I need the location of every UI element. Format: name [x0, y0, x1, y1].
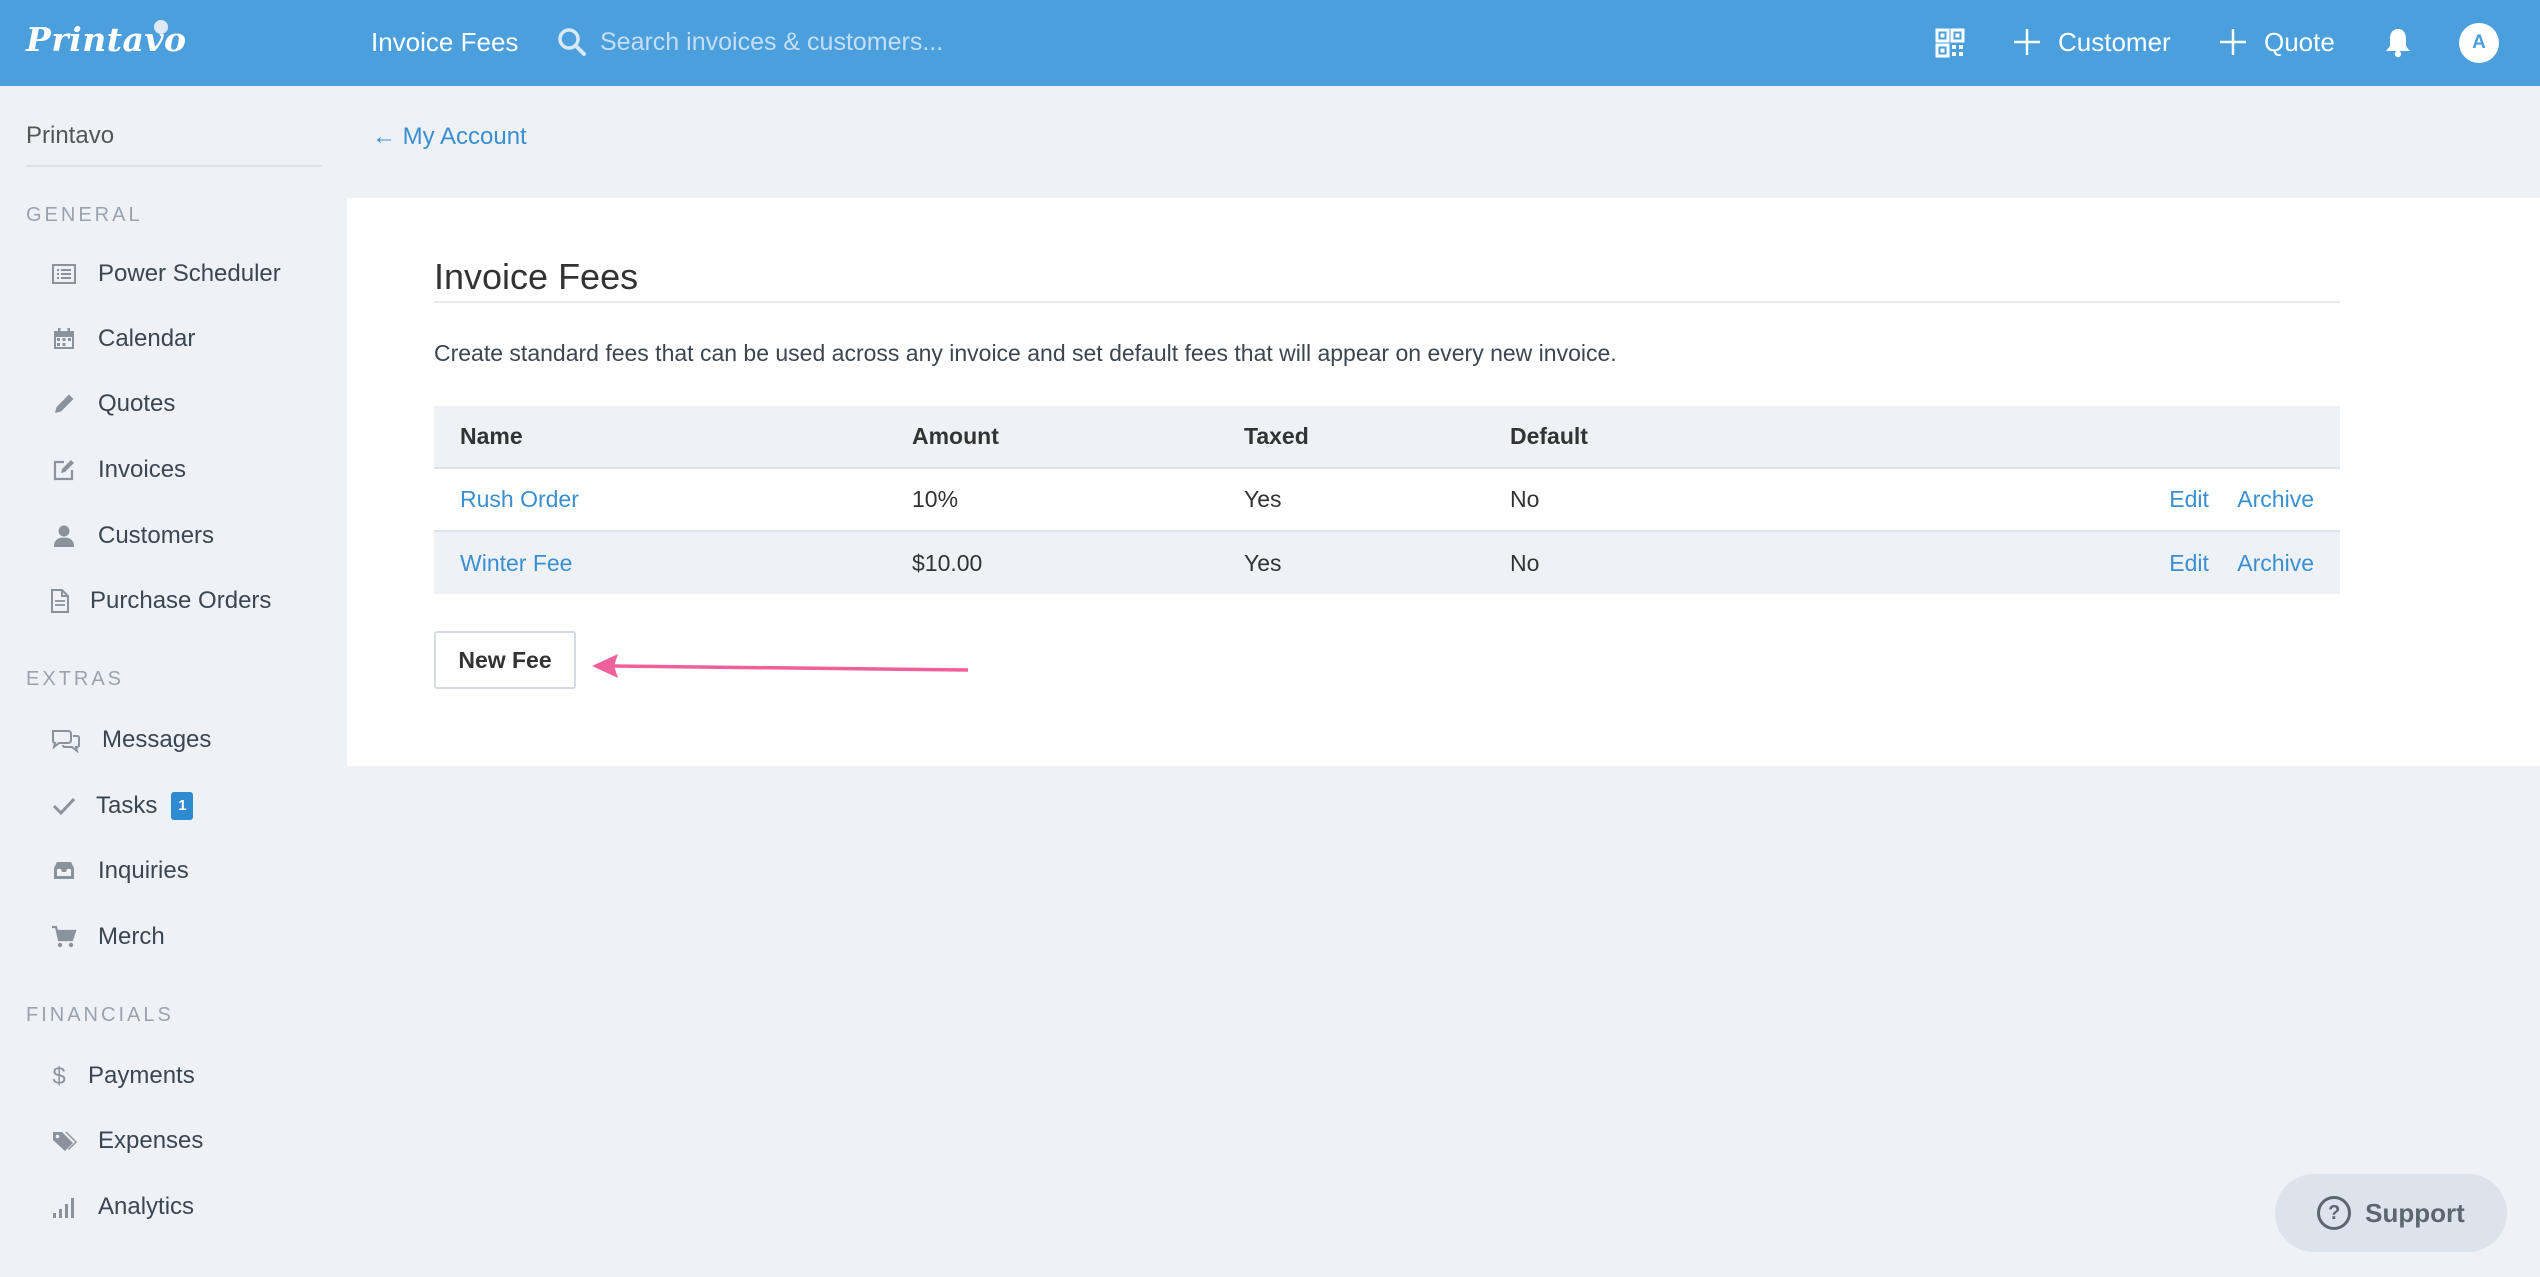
section-financials: FINANCIALS	[26, 1004, 174, 1026]
sidebar-item-label: Quotes	[98, 390, 176, 417]
fee-name-link[interactable]: Rush Order	[460, 486, 579, 512]
qr-code-icon[interactable]	[1935, 28, 1965, 58]
sidebar: Printavo GENERAL Power Scheduler Calenda…	[0, 86, 330, 1277]
table-header-row: Name Amount Taxed Default	[434, 406, 2340, 469]
fees-table: Name Amount Taxed Default Rush Order 10%…	[434, 406, 2340, 594]
user-icon	[50, 522, 78, 550]
calendar-icon	[50, 325, 78, 353]
plus-icon	[2014, 29, 2040, 55]
support-button[interactable]: ? Support	[2275, 1174, 2507, 1252]
column-header-amount: Amount	[886, 406, 1218, 469]
page-description: Create standard fees that can be used ac…	[434, 340, 1617, 366]
tasks-count-badge: 1	[171, 792, 194, 820]
title-divider	[434, 301, 2340, 303]
list-icon	[50, 260, 78, 288]
sidebar-item-label: Merch	[98, 923, 165, 950]
sidebar-item-label: Analytics	[98, 1193, 195, 1220]
fee-amount: $10.00	[886, 531, 1218, 594]
search-icon	[558, 28, 586, 56]
sidebar-item-inquiries[interactable]: Inquiries	[50, 851, 189, 891]
fee-taxed: Yes	[1218, 531, 1484, 594]
fee-name-link[interactable]: Winter Fee	[460, 550, 572, 576]
page-name: Invoice Fees	[371, 27, 519, 57]
fee-default: No	[1484, 531, 1824, 594]
signal-icon	[50, 1193, 78, 1221]
support-label: Support	[2365, 1197, 2465, 1228]
annotation-arrow-icon	[592, 654, 969, 678]
fee-amount: 10%	[886, 468, 1218, 532]
sidebar-item-payments[interactable]: $ Payments	[50, 1056, 195, 1096]
sidebar-item-label: Tasks	[96, 792, 158, 819]
sidebar-item-purchase-orders[interactable]: Purchase Orders	[50, 581, 271, 621]
svg-text:$: $	[52, 1063, 65, 1089]
add-quote-button[interactable]: Quote	[2218, 22, 2335, 62]
avatar[interactable]: A	[2459, 23, 2499, 63]
sidebar-item-quotes[interactable]: Quotes	[50, 384, 175, 424]
add-quote-label: Quote	[2264, 26, 2335, 57]
table-row: Rush Order 10% Yes No Edit Archive	[434, 468, 2340, 532]
edit-link[interactable]: Edit	[2169, 486, 2209, 512]
sidebar-item-label: Messages	[102, 726, 212, 753]
column-header-name: Name	[434, 406, 886, 469]
bell-icon[interactable]	[2383, 26, 2413, 58]
sidebar-divider	[26, 165, 322, 167]
sidebar-item-merch[interactable]: Merch	[50, 917, 165, 957]
fee-taxed: Yes	[1218, 468, 1484, 532]
sidebar-item-label: Invoices	[98, 456, 187, 483]
sidebar-item-invoices[interactable]: Invoices	[50, 450, 186, 490]
tag-icon	[50, 1127, 78, 1155]
back-to-my-account-link[interactable]: ← My Account	[372, 123, 527, 151]
archive-link[interactable]: Archive	[2237, 550, 2314, 576]
sidebar-item-expenses[interactable]: Expenses	[50, 1121, 203, 1161]
sidebar-item-analytics[interactable]: Analytics	[50, 1187, 194, 1227]
sidebar-item-label: Purchase Orders	[90, 587, 272, 614]
top-bar: Printavo Invoice Fees Customer Quote	[0, 0, 2540, 86]
archive-link[interactable]: Archive	[2237, 486, 2314, 512]
plus-icon	[2220, 29, 2246, 55]
logo-dot-icon	[154, 20, 168, 34]
fee-default: No	[1484, 468, 1824, 532]
column-header-taxed: Taxed	[1218, 406, 1484, 469]
sidebar-item-label: Expenses	[98, 1127, 204, 1154]
sidebar-item-label: Customers	[98, 522, 215, 549]
inbox-icon	[50, 857, 78, 885]
document-icon	[50, 587, 70, 615]
row-actions: Edit Archive	[1824, 531, 2340, 594]
section-extras: EXTRAS	[26, 668, 125, 690]
sidebar-item-label: Payments	[88, 1062, 195, 1089]
dollar-icon: $	[50, 1062, 68, 1090]
add-customer-button[interactable]: Customer	[2012, 22, 2171, 62]
sidebar-item-calendar[interactable]: Calendar	[50, 319, 195, 359]
sidebar-item-label: Inquiries	[98, 857, 189, 884]
sidebar-item-label: Calendar	[98, 325, 196, 352]
edit-link[interactable]: Edit	[2169, 550, 2209, 576]
edit-icon	[50, 456, 78, 484]
table-row: Winter Fee $10.00 Yes No Edit Archive	[434, 531, 2340, 594]
search-input[interactable]	[600, 20, 1300, 64]
sidebar-item-tasks[interactable]: Tasks 1	[50, 786, 194, 826]
sidebar-item-power-scheduler[interactable]: Power Scheduler	[50, 254, 281, 294]
cart-icon	[50, 923, 78, 951]
column-header-actions	[1824, 406, 2340, 469]
pencil-icon	[50, 390, 78, 418]
section-general: GENERAL	[26, 204, 143, 226]
sidebar-item-messages[interactable]: Messages	[50, 720, 211, 760]
column-header-default: Default	[1484, 406, 1824, 469]
page-title: Invoice Fees	[434, 256, 639, 297]
chat-icon	[50, 726, 82, 754]
sidebar-brand[interactable]: Printavo	[26, 122, 114, 150]
new-fee-button[interactable]: New Fee	[434, 631, 576, 689]
sidebar-item-customers[interactable]: Customers	[50, 516, 214, 556]
row-actions: Edit Archive	[1824, 468, 2340, 532]
help-icon: ?	[2317, 1196, 2352, 1230]
add-customer-label: Customer	[2058, 26, 2171, 57]
sidebar-item-label: Power Scheduler	[98, 260, 281, 287]
check-icon	[50, 792, 78, 820]
